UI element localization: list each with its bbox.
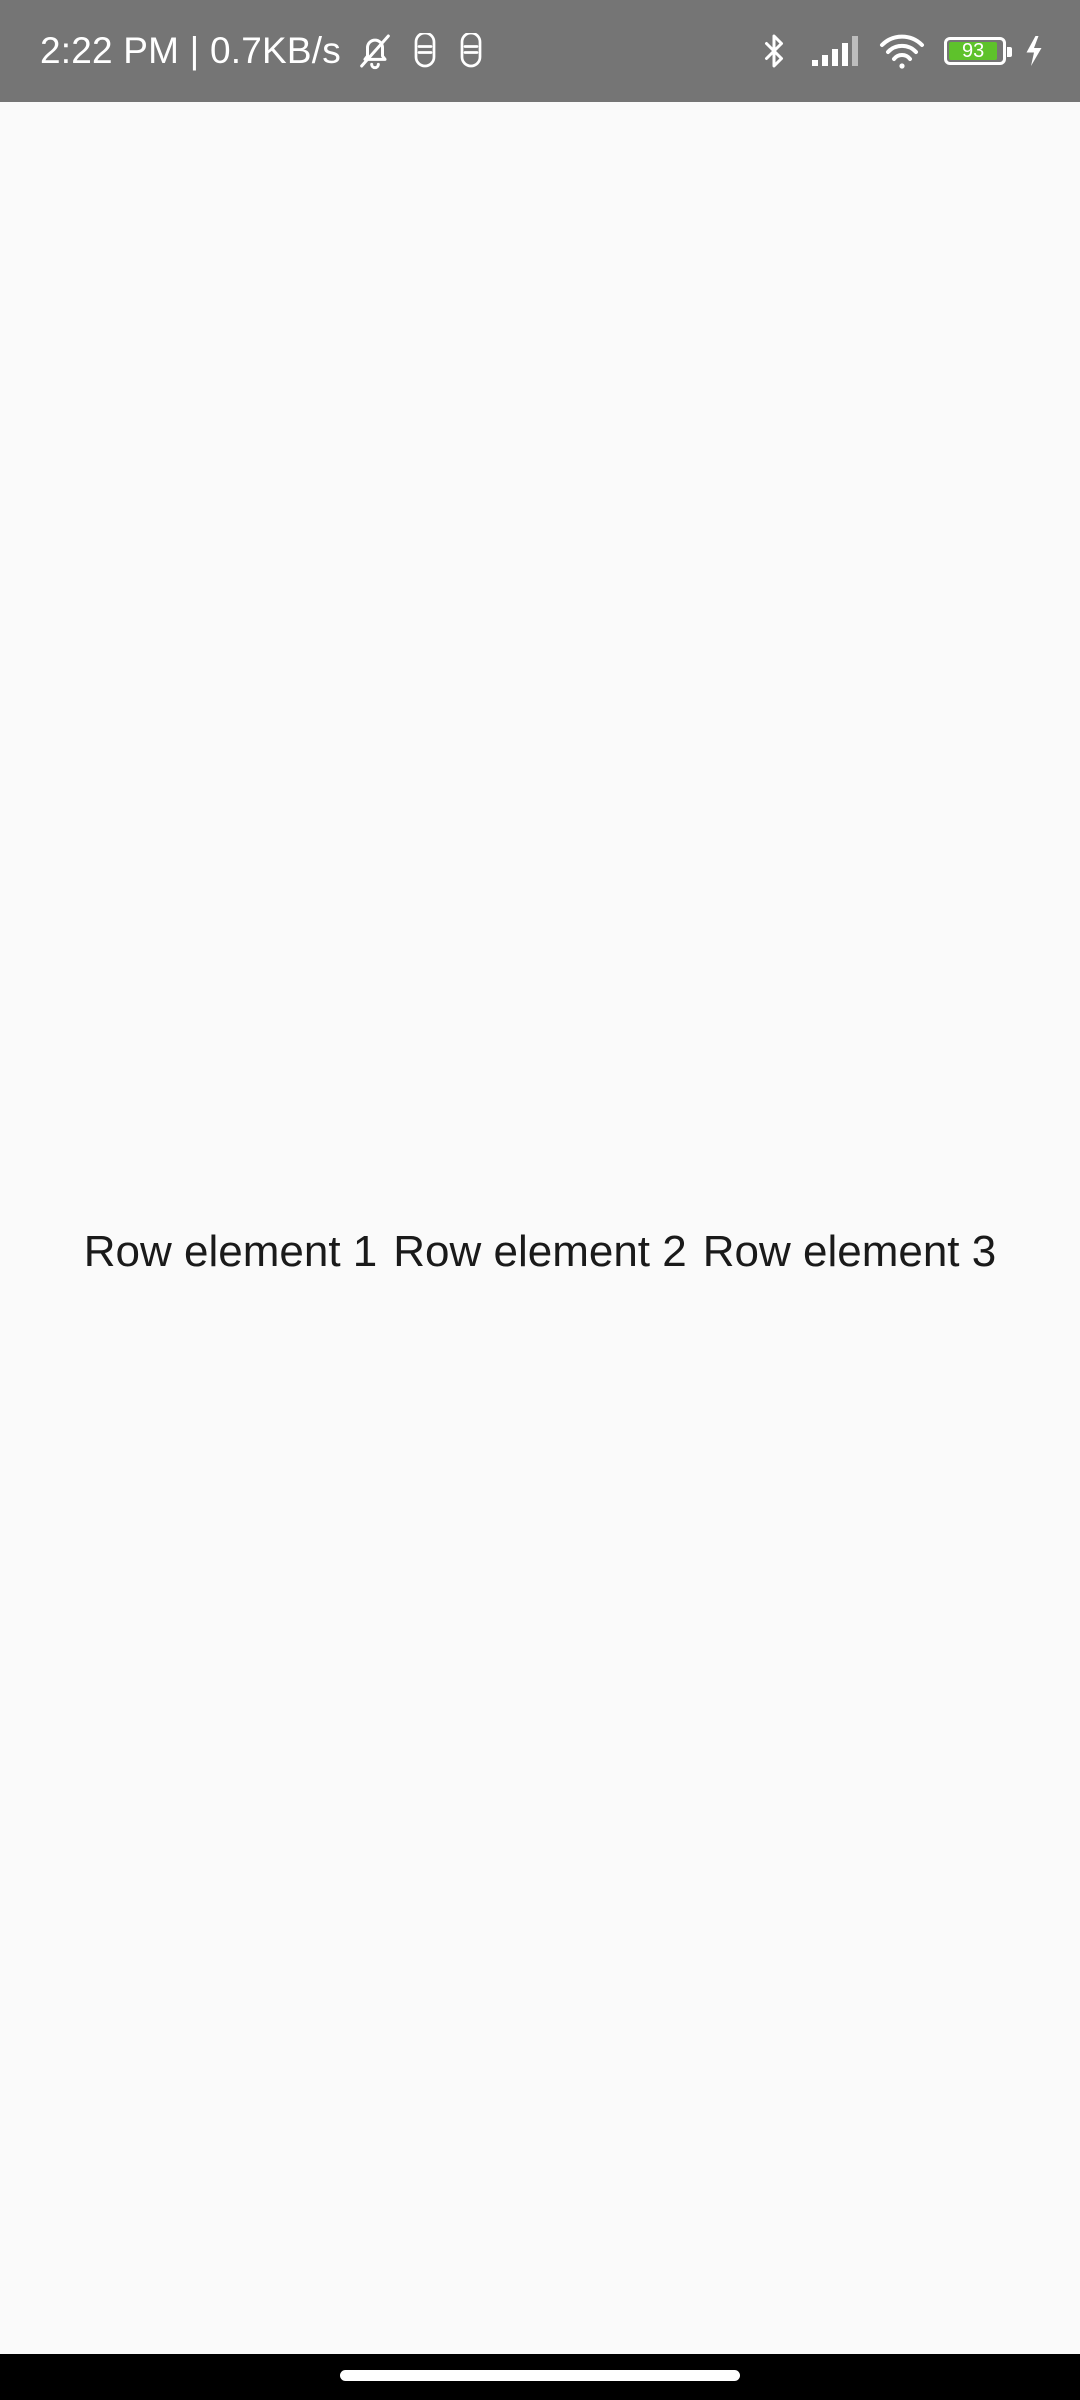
status-time: 2:22 PM | 0.7KB/s <box>40 30 341 71</box>
bluetooth-icon <box>756 31 792 71</box>
bell-off-icon <box>355 31 395 71</box>
battery-level: 93 <box>962 40 985 62</box>
status-bar: 2:22 PM | 0.7KB/s 93 <box>0 0 1080 102</box>
status-right: 93 <box>756 0 1044 102</box>
sim-icon <box>455 33 487 69</box>
row-element-2: Row element 2 <box>393 1227 687 1276</box>
wifi-icon <box>878 32 926 70</box>
row-element-3: Row element 3 <box>702 1227 997 1276</box>
home-gesture-handle[interactable] <box>340 2370 740 2381</box>
sim-icon <box>409 33 441 69</box>
status-left: 2:22 PM | 0.7KB/s <box>40 0 487 102</box>
app-screen: 2:22 PM | 0.7KB/s 93 Row element 1 Row e… <box>0 0 1080 2400</box>
main-content: Row element 1 Row element 2 Row element … <box>0 102 1080 2354</box>
battery-cap <box>1007 47 1012 57</box>
navigation-bar <box>0 2354 1080 2400</box>
row-container: Row element 1 Row element 2 Row element … <box>0 1227 1080 1277</box>
row-element-1: Row element 1 <box>83 1227 378 1276</box>
signal-icon <box>810 34 860 68</box>
battery-icon: 93 <box>944 37 1012 65</box>
charging-icon <box>1024 36 1044 66</box>
battery-fill: 93 <box>949 40 998 62</box>
